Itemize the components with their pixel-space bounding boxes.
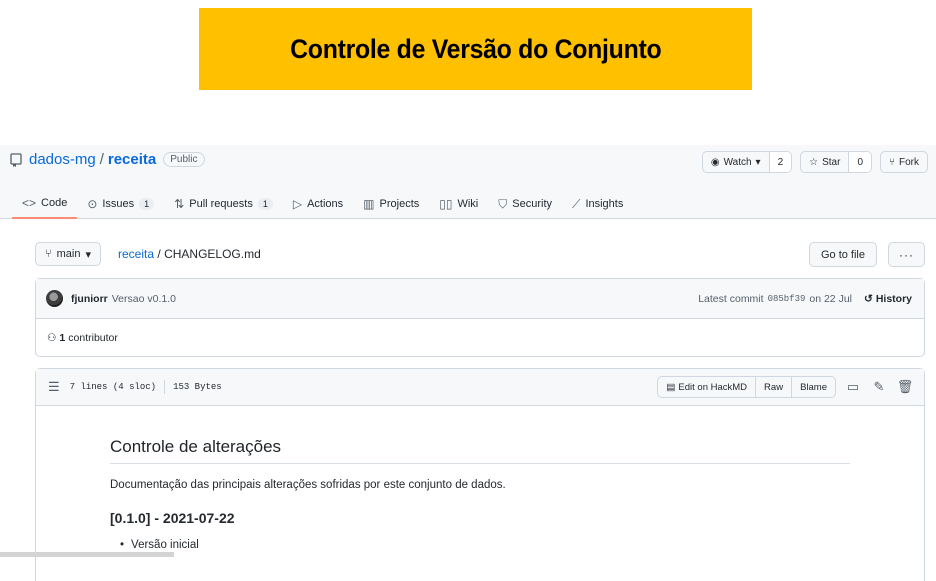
file-icon: ▤	[666, 381, 676, 393]
tab-label: Issues	[102, 198, 135, 210]
repo-name-link[interactable]: receita	[108, 151, 156, 168]
tab-security[interactable]: ⛉ Security	[488, 189, 562, 219]
chevron-down-icon: ▾	[85, 248, 91, 261]
eye-icon: ◉	[710, 156, 720, 168]
branch-name: main	[56, 248, 81, 260]
go-to-file-button[interactable]: Go to file	[808, 242, 877, 267]
latest-commit-label: Latest commit	[698, 292, 764, 305]
fork-label: Fork	[899, 156, 919, 168]
tab-counter: 1	[139, 198, 155, 210]
commit-meta: Latest commit 085bf39 on 22 Jul ↺ History	[698, 293, 912, 305]
tab-label: Pull requests	[189, 198, 253, 210]
changes-list: Versão inicial	[110, 539, 850, 551]
tab-counter: 1	[257, 198, 273, 210]
star-count[interactable]: 0	[848, 152, 871, 172]
contributor-label: contributor	[68, 332, 118, 344]
tab-issues[interactable]: ⊙ Issues 1	[77, 189, 164, 219]
divider	[164, 380, 166, 394]
horizontal-scrollbar[interactable]	[0, 552, 174, 557]
tab-label: Insights	[585, 198, 624, 210]
edit-on-hackmd-button[interactable]: ▤ Edit on HackMD	[658, 377, 755, 397]
list-item: Versão inicial	[120, 539, 850, 551]
commit-message[interactable]: Versao v0.1.0	[112, 293, 176, 305]
fork-button[interactable]: ⑂ Fork	[880, 151, 928, 173]
star-icon: ☆	[809, 156, 819, 168]
fork-icon: ⑂	[889, 156, 895, 168]
outline-list-icon[interactable]: ☰	[48, 379, 60, 395]
file-size: 153 Bytes	[173, 382, 222, 392]
branch-selector[interactable]: ⑂ main ▾	[35, 242, 101, 266]
branch-icon: ⑂	[45, 248, 52, 260]
history-label: History	[875, 292, 912, 305]
file-viewer: ☰ 7 lines (4 sloc) 153 Bytes ▤ Edit on Ha…	[35, 368, 925, 581]
tab-insights[interactable]: ⟋ Insights	[562, 189, 633, 219]
commit-sha[interactable]: 085bf39	[768, 294, 806, 304]
commit-date: on 22 Jul	[809, 292, 852, 305]
chevron-down-icon: ▾	[755, 156, 761, 168]
history-link[interactable]: ↺ History	[864, 293, 912, 305]
repo-title: dados-mg / receita Public	[10, 151, 205, 168]
people-icon: ⚇	[47, 332, 57, 344]
tab-label: Actions	[307, 198, 344, 210]
title-banner: Controle de Versão do Conjunto	[199, 8, 752, 90]
avatar[interactable]	[46, 290, 63, 307]
tab-pull-requests[interactable]: ⇅ Pull requests 1	[164, 189, 283, 219]
contributors-row[interactable]: ⚇ 1 contributor	[36, 319, 924, 357]
tab-projects[interactable]: ▥ Projects	[353, 189, 429, 219]
issue-icon: ⊙	[87, 197, 98, 211]
tab-wiki[interactable]: ▯▯ Wiki	[429, 189, 488, 219]
breadcrumb-file: CHANGELOG.md	[164, 247, 261, 261]
star-label: Star	[822, 156, 841, 168]
visibility-badge: Public	[163, 152, 205, 167]
breadcrumb-separator: /	[157, 247, 161, 261]
star-button[interactable]: ☆ Star 0	[800, 151, 872, 173]
tab-label: Code	[41, 197, 68, 209]
play-icon: ▷	[292, 197, 303, 211]
history-icon: ↺	[864, 292, 873, 305]
graph-icon: ⟋	[572, 196, 581, 211]
more-options-button[interactable]: ···	[888, 242, 925, 267]
pencil-icon[interactable]: ✎	[870, 379, 888, 395]
project-icon: ▥	[363, 197, 375, 211]
shield-icon: ⛉	[498, 196, 508, 211]
raw-button[interactable]: Raw	[755, 377, 791, 397]
commit-box: fjuniorr Versao v0.1.0 Latest commit 085…	[35, 278, 925, 357]
file-lines: 7 lines (4 sloc)	[69, 382, 157, 392]
tab-actions[interactable]: ▷ Actions	[283, 189, 353, 219]
version-heading: [0.1.0] - 2021-07-22	[110, 510, 235, 526]
latest-commit-row: fjuniorr Versao v0.1.0 Latest commit 085…	[36, 279, 924, 319]
repo-owner-link[interactable]: dados-mg	[29, 151, 96, 168]
breadcrumb: receita / CHANGELOG.md	[118, 247, 261, 261]
commit-author[interactable]: fjuniorr	[71, 293, 108, 305]
watch-count[interactable]: 2	[768, 152, 792, 172]
markdown-heading: Controle de alterações	[110, 437, 850, 464]
tab-label: Security	[512, 198, 553, 210]
repo-header: dados-mg / receita Public ◉ Watch ▾ 2 ☆ Sta…	[0, 145, 936, 219]
repo-icon	[10, 152, 23, 167]
edit-on-hackmd-label: Edit on HackMD	[678, 381, 748, 393]
watch-button[interactable]: ◉ Watch ▾ 2	[701, 151, 793, 173]
file-tools: ▤ Edit on HackMD Raw Blame ▭ ✎ 🗑	[657, 376, 914, 398]
desktop-icon[interactable]: ▭	[844, 379, 862, 395]
pull-request-icon: ⇅	[174, 197, 185, 211]
watch-label: Watch	[723, 156, 752, 168]
repo-actions: ◉ Watch ▾ 2 ☆ Star 0 ⑂ Fork	[701, 151, 928, 173]
breadcrumb-repo-link[interactable]: receita	[118, 247, 154, 261]
file-actions-group: ▤ Edit on HackMD Raw Blame	[657, 376, 836, 398]
blame-button[interactable]: Blame	[791, 377, 835, 397]
banner-title: Controle de Versão do Conjunto	[289, 33, 662, 64]
tab-label: Wiki	[457, 198, 479, 210]
contributor-count: 1	[59, 332, 66, 344]
trash-icon[interactable]: 🗑	[896, 379, 914, 395]
repo-separator: /	[99, 151, 104, 168]
markdown-description: Documentação das principais alterações s…	[110, 479, 506, 491]
book-icon: ▯▯	[439, 197, 453, 211]
tab-label: Projects	[379, 198, 420, 210]
tab-code[interactable]: <> Code	[12, 189, 78, 219]
repo-nav-tabs: <> Code ⊙ Issues 1 ⇅ Pull requests 1 ▷ Actions…	[12, 189, 633, 219]
code-icon: <>	[22, 196, 37, 210]
file-header: ☰ 7 lines (4 sloc) 153 Bytes ▤ Edit on Ha…	[36, 369, 924, 406]
file-navigation: ⑂ main ▾ receita / CHANGELOG.md Go to fi…	[35, 242, 925, 268]
markdown-body: Controle de alterações Documentação das …	[36, 437, 924, 551]
